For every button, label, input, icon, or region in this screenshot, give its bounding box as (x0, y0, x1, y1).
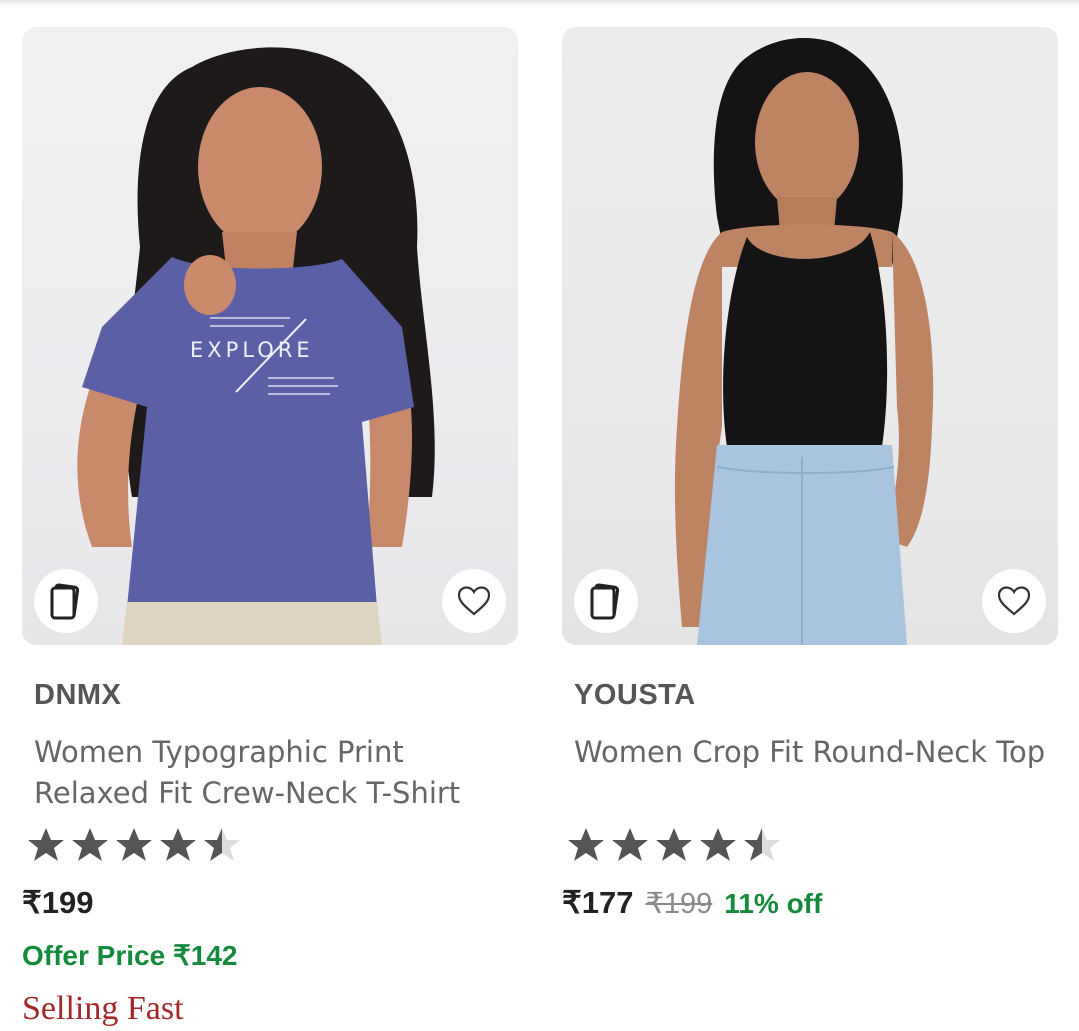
heart-icon (457, 586, 491, 616)
selling-price: ₹177 (562, 885, 634, 920)
star-icon (612, 828, 648, 861)
wishlist-button[interactable] (982, 569, 1046, 633)
star-icon (28, 828, 64, 861)
tee-print-text: EXPLORE (190, 338, 314, 362)
star-icon (656, 828, 692, 861)
star-icon (160, 828, 196, 861)
wishlist-button[interactable] (442, 569, 506, 633)
half-star-icon (744, 828, 780, 861)
product-photo (674, 37, 934, 645)
brand-name: YOUSTA (574, 679, 696, 711)
star-icon (72, 828, 108, 861)
star-icon (700, 828, 736, 861)
price-row: ₹199 (22, 885, 93, 921)
discount-badge: 11% off (724, 888, 823, 919)
original-price: ₹199 (645, 888, 713, 920)
cards-icon (590, 583, 620, 620)
star-icon (116, 828, 152, 861)
rating-stars (24, 825, 244, 865)
cards-icon (50, 583, 80, 620)
product-image[interactable] (562, 27, 1058, 645)
heart-icon (997, 586, 1031, 616)
product-card[interactable]: YOUSTA Women Crop Fit Round-Neck Top ₹17… (562, 27, 1058, 920)
product-name[interactable]: Women Crop Fit Round-Neck Top (574, 732, 1054, 773)
price-row: ₹177 ₹199 11% off (562, 885, 822, 921)
product-card[interactable]: EXPLORE DNMX Women Typographic Print Rel… (22, 27, 518, 1027)
selling-fast-badge: Selling Fast (22, 990, 184, 1027)
product-image[interactable]: EXPLORE (22, 27, 518, 645)
half-star-icon (204, 828, 240, 861)
product-photo: EXPLORE (77, 47, 435, 645)
header-divider (0, 0, 1079, 6)
star-icon (568, 828, 604, 861)
similar-products-button[interactable] (574, 569, 638, 633)
similar-products-button[interactable] (34, 569, 98, 633)
brand-name: DNMX (34, 679, 122, 711)
product-name[interactable]: Women Typographic Print Relaxed Fit Crew… (34, 732, 514, 814)
selling-price: ₹199 (22, 885, 94, 920)
rating-stars (564, 825, 784, 865)
offer-price: Offer Price ₹142 (22, 940, 238, 971)
